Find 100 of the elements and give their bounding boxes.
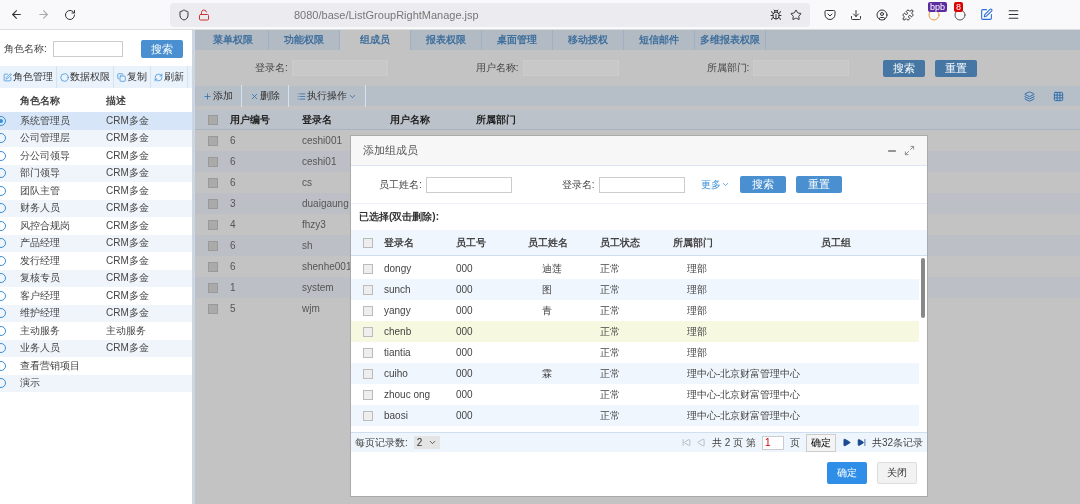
reset-button[interactable]: 重置 [935, 59, 978, 77]
total-label: 共32条记录 [871, 435, 923, 450]
employee-row[interactable]: chenb 000 正常 理部 [351, 321, 919, 342]
table-cell: sh [302, 240, 313, 251]
table-cell: 4 [230, 219, 236, 230]
table-cell: 000 [456, 410, 473, 421]
table-cell: baosi [384, 410, 408, 421]
table-cell: CRM多金 [106, 341, 149, 356]
table-cell: fhzy3 [302, 219, 326, 230]
column-header: 员工姓名 [528, 235, 568, 250]
column-header: 登录名 [302, 112, 332, 127]
table-cell: CRM多金 [106, 271, 149, 286]
table-cell: 正常 [600, 387, 620, 402]
table-cell: CRM多金 [106, 148, 149, 163]
table-cell: duaigaung [302, 198, 349, 209]
table-cell: CRM多金 [106, 201, 149, 216]
dialog-title: 添加组成员 [363, 143, 418, 158]
table-cell: 6 [230, 156, 236, 167]
more-link[interactable]: 更多 [700, 177, 730, 192]
table-cell: 6 [230, 240, 236, 251]
table-cell: CRM多金 [106, 131, 149, 146]
table-cell: 3 [230, 198, 236, 209]
table-cell: 1 [230, 282, 236, 293]
table-cell: ceshi01 [302, 156, 337, 167]
table-cell: cuiho [384, 368, 408, 379]
table-cell: 正常 [600, 282, 620, 297]
table-cell-text: 青 [541, 303, 552, 318]
field-label: 用户名称: [475, 61, 519, 75]
employee-row[interactable]: baosi 000 正常 理中心-北京财富管理中心 [351, 405, 919, 426]
table-cell: 财务人员 [20, 201, 60, 216]
column-header: 角色名称 [20, 94, 60, 108]
table-cell: 主动服务 [20, 323, 60, 338]
page-field[interactable]: 1 [761, 435, 784, 450]
column-header: 员工状态 [600, 235, 640, 250]
field-label: 员工姓名: [379, 177, 422, 192]
toolbar-button[interactable]: 添加 [195, 85, 242, 107]
table-cell-text: 理中心-北京财富管理中心 [686, 366, 801, 381]
table-cell: 产品经理 [20, 236, 60, 251]
table-cell: CRM多金 [106, 113, 149, 128]
column-header: 所属部门 [476, 112, 516, 127]
table-cell: 维护经理 [20, 306, 60, 321]
employee-row[interactable]: sunch 000 图 正常 理部 [351, 279, 919, 300]
selected-label: 已选择(双击删除): [358, 210, 440, 224]
page-size-select[interactable]: 2 [413, 436, 441, 449]
table-cell: shenhe001 [302, 261, 352, 272]
toolbar-button[interactable]: 删除 [242, 85, 289, 107]
table-cell: 风控合规岗 [20, 218, 70, 233]
table-cell-text: 霖 [541, 366, 552, 381]
search-button[interactable]: 搜索 [883, 59, 926, 77]
table-cell-text: 理中心-北京财富管理中心 [686, 387, 801, 402]
table-cell: CRM多金 [106, 253, 149, 268]
table-cell: yangy [384, 305, 411, 316]
employee-row[interactable]: cuiho 000 霖 正常 理中心-北京财富管理中心 [351, 363, 919, 384]
extension-badge: bpb [928, 1, 948, 12]
table-cell: 客户经理 [20, 288, 60, 303]
column-header: 用户编号 [230, 112, 270, 127]
table-cell: 000 [456, 389, 473, 400]
column-header: 登录名 [384, 235, 414, 250]
table-cell: 000 [456, 305, 473, 316]
table-cell: chenb [384, 326, 412, 337]
close-button[interactable]: 关闭 [877, 462, 917, 484]
table-cell-text: 理部 [686, 324, 707, 339]
table-cell: 000 [456, 284, 473, 295]
table-cell: 复核专员 [20, 271, 60, 286]
column-header: 描述 [106, 94, 126, 108]
field-label: 所属部门: [706, 61, 750, 75]
table-cell: 演示 [20, 376, 40, 391]
go-button[interactable]: 确定 [805, 433, 836, 452]
table-cell: 查看营销项目 [20, 358, 80, 373]
page-label: 页 [789, 435, 800, 450]
column-header: 所属部门 [673, 235, 713, 250]
extension-badge: 8 [954, 1, 963, 12]
table-cell: dongy [384, 263, 412, 274]
page-label: 共 2 页 第 [711, 435, 756, 450]
role-row[interactable]: 系统管理员 CRM多金 [0, 112, 192, 130]
field-label: 登录名: [561, 177, 595, 192]
table-cell: CRM多金 [106, 166, 149, 181]
column-header: 用户名称 [390, 112, 430, 127]
table-cell-text: 理部 [686, 303, 707, 318]
table-cell: 正常 [600, 345, 620, 360]
table-cell: 团队主管 [20, 183, 60, 198]
table-cell-text: 理中心-北京财富管理中心 [686, 408, 801, 423]
toolbar-button[interactable]: 执行操作 [289, 85, 366, 107]
table-cell-text: 理部 [686, 261, 707, 276]
table-cell: sunch [384, 284, 411, 295]
table-cell: CRM多金 [106, 306, 149, 321]
field-label: 每页记录数: [355, 435, 408, 450]
table-cell: 6 [230, 177, 236, 188]
table-cell: 000 [456, 263, 473, 274]
table-cell: 6 [230, 261, 236, 272]
table-cell-text: 图 [541, 282, 552, 297]
table-cell-text: 理部 [686, 282, 707, 297]
field-label: 角色名称: [4, 42, 47, 56]
table-cell: CRM多金 [106, 288, 149, 303]
table-cell: 系统管理员 [20, 113, 70, 128]
table-cell: zhouc ong [384, 389, 431, 400]
table-cell: 000 [456, 368, 473, 379]
table-cell: CRM多金 [106, 236, 149, 251]
table-cell: system [302, 282, 334, 293]
table-cell: 6 [230, 135, 236, 146]
